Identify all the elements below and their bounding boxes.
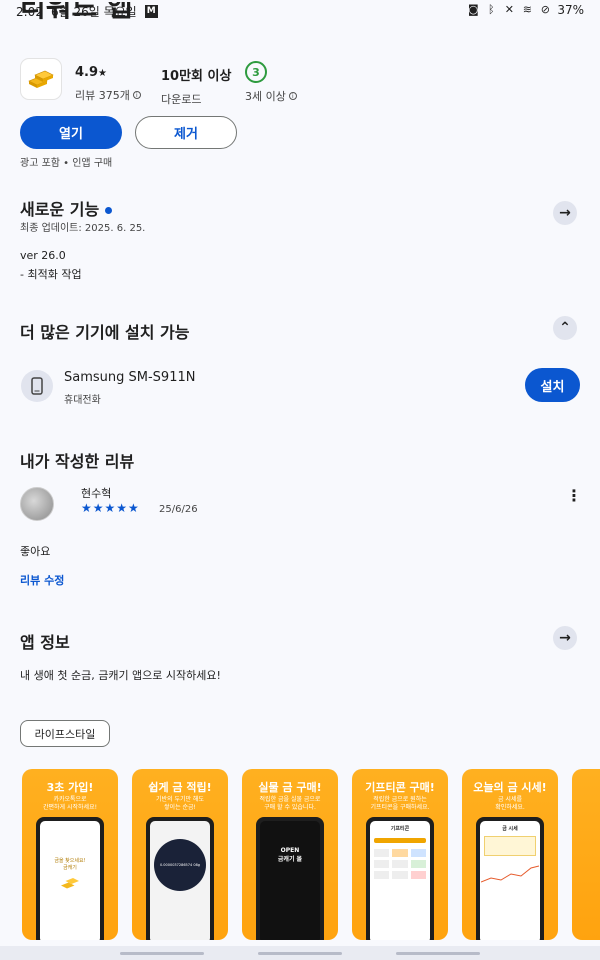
screenshot-title: 오늘의 금 시세! [473,781,547,794]
downloads-value: 10만회 이상 [161,69,232,84]
screenshot-subtitle: 금 시세를 확인하세요. [495,796,525,811]
screenshot-screen-text: OPEN 금캐기 몰 [277,847,303,863]
category-chip[interactable]: 라이프스타일 [20,720,110,747]
nav-handle[interactable] [258,951,342,955]
battery-level: 37% [557,3,584,17]
screenshot-subtitle: 적립한 금을 실물 금으로 구매 할 수 있습니다. [259,796,321,811]
downloads-stat: 10만회 이상 다운로드 [161,65,231,107]
screenshot-card[interactable]: 오늘의 금 시세! 금 시세를 확인하세요. 금 시세 [462,769,558,940]
reviews-count: 리뷰 375개 [75,89,130,102]
info-icon[interactable]: i [288,92,297,100]
about-title: 앱 정보 [20,633,70,652]
app-description: 내 생애 첫 순금, 금캐기 앱으로 시작하세요! [20,669,221,682]
section-title: 새로운 기능 [20,200,100,219]
arrow-right-icon[interactable]: → [553,626,577,650]
gold-meter-circle: 0.0000037286574 08g [154,839,206,891]
screenshot-screen-text: 0.0000037286574 08g [159,863,201,867]
open-button[interactable]: 열기 [20,116,122,149]
screenshot-screen-text: 기프티콘 [390,826,410,832]
new-indicator-dot [105,207,113,214]
rating-value: 4.9 [75,65,99,80]
mute-icon: ✕ [504,3,514,16]
gold-bars-icon [20,58,62,100]
search-bar-mock [374,838,426,843]
nfc-icon: ◙ [467,3,479,16]
device-type: 휴대전화 [64,395,101,406]
wifi-icon: ≋ [522,3,532,16]
screenshot-subtitle: 카카오톡으로 간편하게 시작하세요! [43,796,97,811]
gmail-notification-icon: M [144,5,158,18]
version-text: ver 26.0 [20,249,66,262]
screenshot-title: 3초 가입! [46,781,94,794]
age-rating-stat: 3 3세 이상 i [245,61,297,104]
screenshot-card[interactable]: 쉽게 금 적립! 기반의 두기만 해도 쌓이는 순금! 0.0000037286… [132,769,228,940]
screenshot-card-partial[interactable] [572,769,600,940]
phone-icon [21,370,53,402]
more-vert-icon[interactable]: ⋮ [566,488,582,504]
last-updated: 최종 업데이트: 2025. 6. 25. [20,223,146,234]
review-stars: ★★★★★ [81,501,140,515]
screenshot-card[interactable]: 기프티콘 구매! 적립한 금으로 원하는 기프티콘을 구매하세요. 기프티콘 [352,769,448,940]
star-icon: ★ [98,68,107,79]
price-chart-mock [480,865,540,883]
avatar [20,487,54,521]
device-name: Samsung SM-S911N [64,370,196,385]
screenshot-title: 쉽게 금 적립! [148,781,212,794]
screenshot-subtitle: 기반의 두기만 해도 쌓이는 순금! [156,796,204,811]
system-nav-bar [0,946,600,960]
nav-handle[interactable] [120,951,204,955]
info-icon[interactable]: i [132,91,141,99]
gold-bars-icon [61,878,79,889]
release-notes: - 최적화 작업 [20,268,82,281]
review-author: 현수혁 [81,487,112,500]
bluetooth-icon: ᛒ [488,3,495,16]
uninstall-button[interactable]: 제거 [135,116,237,149]
chevron-up-icon[interactable]: ⌃ [553,316,577,340]
ads-note: 광고 포함 • 인앱 구매 [20,158,113,169]
age-rating-label: 3세 이상 [245,90,286,103]
install-button[interactable]: 설치 [525,368,580,402]
review-date: 25/6/26 [159,504,198,515]
nav-handle[interactable] [396,951,480,955]
screenshot-screen-text: 금 시세 [502,826,518,832]
dnd-icon: ⊘ [540,3,550,16]
screenshot-subtitle: 적립한 금으로 원하는 기프티콘을 구매하세요. [370,796,430,811]
app-title: 리워드 앱 [20,2,133,22]
rating-stat: 4.9★ 리뷰 375개 i [75,65,141,103]
age-rating-badge: 3 [245,61,267,83]
screenshot-title: 실물 금 구매! [258,781,322,794]
my-review-title: 내가 작성한 리뷰 [20,452,135,471]
arrow-right-icon[interactable]: → [553,201,577,225]
screenshot-card[interactable]: 실물 금 구매! 적립한 금을 실물 금으로 구매 할 수 있습니다. OPEN… [242,769,338,940]
edit-review-link[interactable]: 리뷰 수정 [20,572,64,588]
price-box-mock [484,836,536,856]
devices-title: 더 많은 기기에 설치 가능 [20,323,190,342]
downloads-label: 다운로드 [161,93,202,106]
screenshot-screen-text: 금을 찾으세요! 금캐기 [54,858,86,871]
review-text: 좋아요 [20,545,51,558]
screenshot-card[interactable]: 3초 가입! 카카오톡으로 간편하게 시작하세요! 금을 찾으세요! 금캐기 [22,769,118,940]
whats-new-header[interactable]: 새로운 기능 [20,196,113,220]
screenshot-title: 기프티콘 구매! [365,781,435,794]
